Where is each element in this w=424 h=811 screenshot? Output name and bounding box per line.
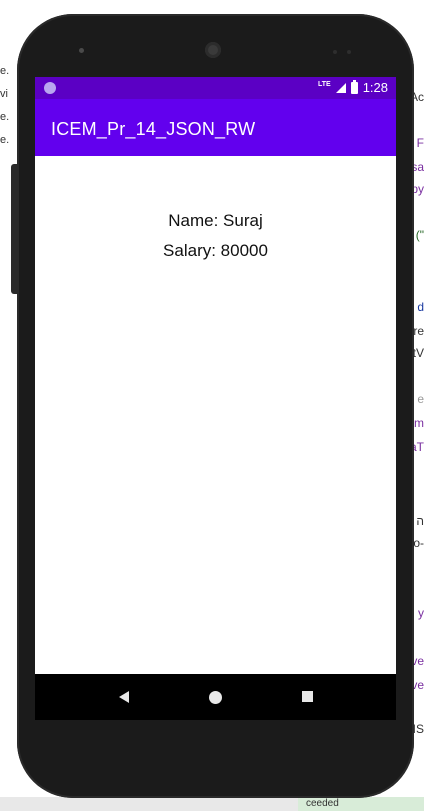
salary-text: Salary: 80000 — [163, 241, 268, 260]
phone-sensor-icon — [79, 48, 84, 53]
status-indicators: LTE 1:28 — [317, 79, 388, 95]
ide-fragment: tV — [412, 346, 424, 360]
phone-sensor-icon — [333, 50, 337, 54]
app-title: ICEM_Pr_14_JSON_RW — [51, 119, 256, 139]
back-icon[interactable] — [119, 691, 129, 703]
ide-bottom-strip: ceeded — [0, 797, 424, 811]
app-bar: ICEM_Pr_14_JSON_RW — [35, 99, 396, 156]
ide-fragment: ה — [416, 514, 424, 528]
ide-build-status: ceeded — [298, 797, 424, 811]
ide-fragment: o- — [413, 536, 424, 550]
status-bar: LTE 1:28 — [35, 77, 396, 99]
name-text: Name: Suraj — [168, 211, 263, 230]
home-icon[interactable] — [209, 691, 222, 704]
ide-fragment: y — [418, 606, 424, 620]
ide-fragment: (" — [415, 228, 424, 242]
recents-icon[interactable] — [302, 691, 313, 702]
ide-fragment: re — [413, 324, 424, 338]
phone-sensor-icon — [347, 50, 351, 54]
signal-icon — [335, 82, 346, 93]
status-time: 1:28 — [362, 80, 388, 95]
front-camera-icon — [205, 42, 221, 58]
navigation-bar — [35, 674, 396, 720]
status-dot-icon — [44, 82, 56, 94]
ide-fragment: F — [416, 136, 424, 150]
ide-fragment: d — [417, 300, 424, 314]
main-content: Name: Suraj Salary: 80000 — [35, 156, 396, 674]
network-type: LTE — [317, 81, 331, 88]
ide-fragment: IS — [412, 722, 424, 736]
ide-fragment: e — [417, 392, 424, 406]
phone-screen: LTE 1:28 ICEM_Pr_14_JSON_RW Name: Suraj … — [35, 77, 396, 720]
phone-side-button — [11, 164, 17, 294]
battery-icon — [350, 79, 358, 94]
